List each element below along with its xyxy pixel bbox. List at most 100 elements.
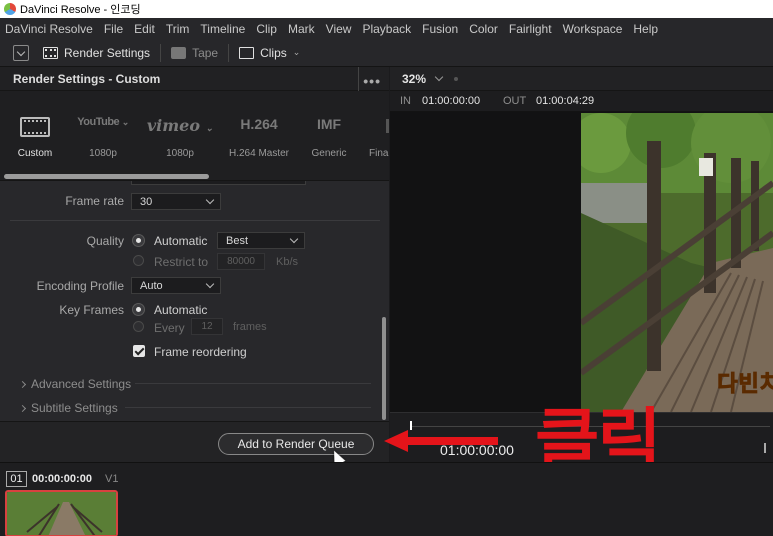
menu-timeline[interactable]: Timeline: [200, 22, 245, 36]
chevron-down-icon: ⌄: [121, 117, 130, 127]
clips-label: Clips: [260, 45, 287, 60]
cutoff-dropdown: [131, 181, 306, 185]
clip-number: 01: [6, 471, 27, 487]
panel-scrollbar[interactable]: [382, 317, 386, 420]
h264-logo: H.264: [240, 116, 278, 132]
chevron-down-icon: [289, 234, 299, 244]
video-frame[interactable]: 다빈치: [581, 113, 773, 412]
skip-start-icon[interactable]: [764, 443, 769, 453]
menu-help[interactable]: Help: [633, 22, 658, 36]
chevron-down-icon: ⌄: [205, 124, 214, 134]
menu-bar: DaVinci Resolve File Edit Trim Timeline …: [0, 18, 773, 39]
chevron-down-icon: [205, 279, 215, 289]
out-label: OUT: [503, 95, 527, 107]
viewer-header: 32%: [390, 67, 773, 91]
more-options-icon[interactable]: •••: [363, 73, 381, 89]
imf-logo: IMF: [316, 116, 342, 132]
quality-value: Best: [226, 234, 249, 247]
render-settings-button[interactable]: Render Settings: [43, 46, 150, 60]
quality-label: Quality: [86, 234, 124, 248]
panel-toggle-button[interactable]: [13, 44, 29, 61]
subtitle-settings-section[interactable]: Subtitle Settings: [18, 401, 118, 415]
preset-imf[interactable]: IMF Generic: [294, 91, 364, 180]
frame-rate-value: 30: [140, 195, 153, 208]
clip-thumbnail[interactable]: [5, 490, 118, 536]
chevron-down-icon: ⌄: [292, 47, 301, 57]
in-out-bar: IN 01:00:00:00 OUT 01:00:04:29: [390, 91, 773, 112]
panel-header: Render Settings - Custom •••: [0, 67, 389, 91]
clip-bin: 01 00:00:00:00 V1: [0, 462, 773, 536]
preset-vimeo[interactable]: vimeo ⌄ 1080p: [145, 91, 215, 180]
encoding-profile-dropdown[interactable]: Auto: [131, 277, 221, 294]
header-divider: [358, 67, 359, 91]
video-viewer: 다빈치: [390, 112, 773, 412]
film-icon: [43, 46, 58, 59]
key-frames-automatic-radio[interactable]: [133, 304, 144, 315]
toolbar-divider: [228, 43, 230, 62]
advanced-settings-section[interactable]: Advanced Settings: [18, 377, 132, 391]
clip-track: V1: [105, 473, 119, 485]
quality-restrict-radio[interactable]: [133, 255, 144, 266]
tape-label: Tape: [192, 45, 219, 60]
preset-label: H.264 Master: [228, 148, 290, 159]
subtitle-settings-label: Subtitle Settings: [31, 401, 118, 415]
advanced-settings-label: Advanced Settings: [31, 377, 132, 391]
preset-scrollbar[interactable]: [4, 174, 209, 179]
clips-button[interactable]: Clips ⌄: [239, 46, 300, 60]
bitrate-unit: Kb/s: [276, 256, 299, 268]
tape-button[interactable]: Tape: [171, 46, 218, 60]
menu-file[interactable]: File: [104, 22, 123, 36]
menu-mark[interactable]: Mark: [288, 22, 315, 36]
preset-custom[interactable]: Custom: [0, 91, 70, 180]
window-titlebar: DaVinci Resolve - 인코딩: [0, 0, 773, 18]
preset-label: Generic: [311, 148, 347, 159]
tape-icon: [171, 46, 187, 59]
preset-youtube[interactable]: YouTube ⌄ 1080p: [68, 91, 138, 180]
bitrate-field[interactable]: 80000: [217, 253, 265, 270]
menu-workspace[interactable]: Workspace: [563, 22, 623, 36]
key-frames-every-label: Every: [154, 321, 185, 335]
zoom-level[interactable]: 32%: [402, 72, 426, 86]
menu-color[interactable]: Color: [469, 22, 498, 36]
add-to-render-queue-button[interactable]: Add to Render Queue: [218, 433, 374, 455]
menu-view[interactable]: View: [326, 22, 352, 36]
davinci-app-icon: [4, 3, 16, 15]
menu-fusion[interactable]: Fusion: [422, 22, 458, 36]
menu-edit[interactable]: Edit: [134, 22, 155, 36]
preset-h264[interactable]: H.264 H.264 Master: [224, 91, 294, 180]
frames-unit: frames: [233, 321, 267, 333]
menu-playback[interactable]: Playback: [362, 22, 411, 36]
out-timecode: 01:00:04:29: [536, 95, 595, 107]
menu-fairlight[interactable]: Fairlight: [509, 22, 552, 36]
youtube-logo-text: YouTube: [77, 116, 120, 128]
frame-reordering-checkbox[interactable]: [133, 345, 145, 357]
chevron-right-icon: [18, 380, 27, 388]
clips-icon: [239, 46, 255, 59]
chevron-down-icon: [205, 195, 215, 205]
preset-final[interactable]: Final: [364, 91, 389, 180]
render-settings-panel: Render Settings - Custom ••• Custom YouT…: [0, 67, 389, 462]
quality-automatic-radio[interactable]: [133, 235, 144, 246]
quality-dropdown[interactable]: Best: [217, 232, 305, 249]
vimeo-icon: vimeo ⌄: [145, 116, 215, 135]
menu-davinci[interactable]: DaVinci Resolve: [5, 22, 93, 36]
chevron-right-icon: [18, 404, 27, 412]
toolbar: Render Settings Tape Clips ⌄: [0, 39, 773, 67]
window-title: DaVinci Resolve - 인코딩: [20, 4, 141, 16]
in-timecode: 01:00:00:00: [422, 95, 481, 107]
encoding-profile-value: Auto: [140, 279, 163, 292]
clip-thumbnail-image: [7, 492, 116, 535]
frame-rate-dropdown[interactable]: 30: [131, 193, 221, 210]
frame-reordering-label: Frame reordering: [154, 345, 247, 359]
in-label: IN: [400, 95, 411, 107]
menu-trim[interactable]: Trim: [166, 22, 190, 36]
menu-clip[interactable]: Clip: [256, 22, 277, 36]
preset-label: 1080p: [89, 148, 117, 159]
key-frames-every-field[interactable]: 12: [191, 318, 223, 335]
encoding-profile-label: Encoding Profile: [36, 279, 124, 293]
vimeo-logo-text: vimeo: [146, 116, 201, 135]
preset-strip: Custom YouTube ⌄ 1080p vimeo ⌄ 1080p H.2…: [0, 91, 389, 181]
key-frames-every-radio[interactable]: [133, 321, 144, 332]
chevron-down-icon[interactable]: [434, 72, 444, 82]
preset-final-icon: [386, 119, 389, 133]
